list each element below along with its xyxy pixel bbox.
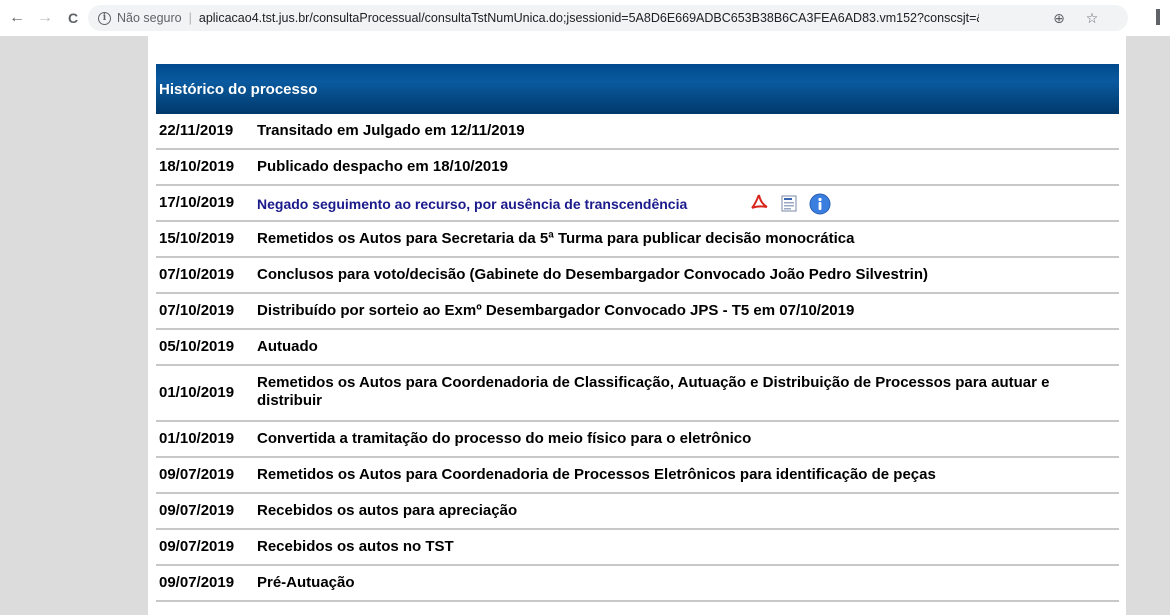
row-date: 09/07/2019	[159, 466, 235, 483]
info-icon[interactable]	[809, 193, 831, 215]
site-info-icon[interactable]: i	[98, 11, 111, 25]
back-button[interactable]: ←	[6, 7, 28, 29]
row-description: Pré-Autuação	[257, 574, 355, 591]
table-row: 09/07/2019 Recebidos os autos para aprec…	[156, 494, 1119, 530]
row-date: 18/10/2019	[159, 158, 235, 175]
row-date: 07/10/2019	[159, 302, 235, 319]
row-description: Autuado	[257, 338, 318, 355]
reload-button[interactable]: C	[62, 7, 84, 29]
address-separator: |	[188, 11, 192, 25]
row-date: 09/07/2019	[159, 538, 235, 555]
url-text[interactable]: aplicacao4.tst.jus.br/consultaProcessual…	[199, 11, 979, 25]
row-date: 01/10/2019	[159, 430, 235, 447]
table-row: 07/10/2019 Distribuído por sorteio ao Ex…	[156, 294, 1119, 330]
table-row: 05/10/2019 Autuado	[156, 330, 1119, 366]
table-row: 09/07/2019 Remetidos os Autos para Coord…	[156, 458, 1119, 494]
row-date: 15/10/2019	[159, 230, 235, 247]
row-description: Recebidos os autos para apreciação	[257, 502, 518, 519]
address-bar[interactable]: i Não seguro | aplicacao4.tst.jus.br/con…	[88, 5, 1128, 31]
row-description: Remetidos os Autos para Coordenadoria de…	[257, 374, 1050, 409]
table-row: 09/07/2019 Pré-Autuação	[156, 566, 1119, 602]
row-description: Convertida a tramitação do processo do m…	[257, 430, 752, 447]
table-row: 01/10/2019 Remetidos os Autos para Coord…	[156, 366, 1119, 422]
document-icon[interactable]	[779, 193, 799, 213]
table-row: 18/10/2019 Publicado despacho em 18/10/2…	[156, 150, 1119, 186]
history-header: Histórico do processo	[156, 64, 1119, 114]
row-date: 09/07/2019	[159, 502, 235, 519]
row-description: Recebidos os autos no TST	[257, 538, 454, 555]
row-description: Conclusos para voto/decisão (Gabinete do…	[257, 266, 928, 283]
decision-link[interactable]: Negado seguimento ao recurso, por ausênc…	[257, 195, 1107, 213]
row-date: 09/07/2019	[159, 574, 235, 591]
row-date: 07/10/2019	[159, 266, 235, 283]
browser-toolbar: ← → C i Não seguro | aplicacao4.tst.jus.…	[0, 0, 1170, 36]
page-content: Histórico do processo 22/11/2019 Transit…	[148, 36, 1126, 615]
row-date: 17/10/2019	[159, 194, 235, 211]
row-description: Remetidos os Autos para Secretaria da 5ª…	[257, 230, 855, 247]
row-description: Remetidos os Autos para Coordenadoria de…	[257, 466, 936, 483]
row-description: Publicado despacho em 18/10/2019	[257, 158, 508, 175]
history-table: 22/11/2019 Transitado em Julgado em 12/1…	[156, 114, 1119, 602]
profile-button[interactable]	[1156, 9, 1160, 25]
forward-button[interactable]: →	[34, 7, 56, 29]
bookmark-star-icon[interactable]: ☆	[1083, 9, 1101, 27]
row-date: 01/10/2019	[159, 384, 235, 401]
row-date: 05/10/2019	[159, 338, 235, 355]
table-row: 09/07/2019 Recebidos os autos no TST	[156, 530, 1119, 566]
table-row: 01/10/2019 Convertida a tramitação do pr…	[156, 422, 1119, 458]
decision-icons	[749, 193, 839, 215]
table-row: 17/10/2019 Negado seguimento ao recurso,…	[156, 186, 1119, 222]
row-date: 22/11/2019	[159, 122, 234, 139]
table-row: 15/10/2019 Remetidos os Autos para Secre…	[156, 222, 1119, 258]
table-row: 22/11/2019 Transitado em Julgado em 12/1…	[156, 114, 1119, 150]
zoom-icon[interactable]: ⊕	[1050, 9, 1068, 27]
insecure-label[interactable]: Não seguro	[117, 11, 182, 25]
row-description: Distribuído por sorteio ao Exmº Desembar…	[257, 302, 855, 319]
pdf-icon[interactable]	[749, 193, 769, 213]
row-description: Transitado em Julgado em 12/11/2019	[257, 122, 525, 139]
table-row: 07/10/2019 Conclusos para voto/decisão (…	[156, 258, 1119, 294]
history-title: Histórico do processo	[159, 80, 318, 98]
